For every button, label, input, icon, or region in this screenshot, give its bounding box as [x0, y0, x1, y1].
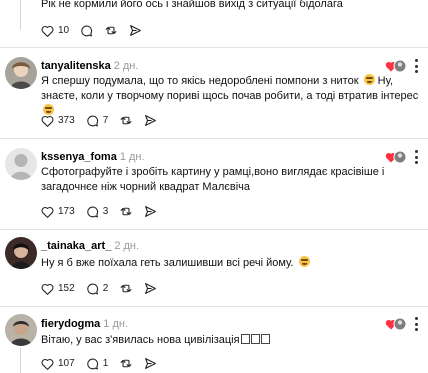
comment-icon — [86, 283, 98, 295]
comment-actions: 173 3 — [41, 205, 168, 218]
reply-button[interactable] — [80, 24, 93, 37]
heart-by-author-icon[interactable] — [385, 150, 407, 164]
comment-text: Ну я б вже поїхала геть залишивши всі ре… — [41, 256, 420, 271]
like-button[interactable]: 173 — [41, 206, 75, 218]
comment-time: 1 дн. — [119, 151, 145, 163]
send-icon — [145, 206, 157, 217]
missing-glyph-icon — [260, 334, 270, 344]
reply-count: 7 — [102, 115, 109, 126]
reply-count: 1 — [102, 358, 109, 369]
comment-actions: 373 7 — [41, 114, 168, 127]
comment-time: 2 дн. — [114, 240, 140, 252]
divider — [0, 229, 428, 230]
avatar[interactable] — [5, 314, 37, 346]
reply-button[interactable]: 1 — [86, 357, 109, 370]
like-count: 373 — [58, 115, 75, 126]
divider — [0, 306, 428, 307]
send-icon — [145, 358, 157, 369]
comment-actions: 107 1 — [41, 357, 168, 370]
heart-icon — [41, 206, 54, 218]
like-count: 152 — [58, 283, 75, 294]
like-button[interactable]: 10 — [41, 25, 69, 37]
like-count: 173 — [58, 206, 75, 217]
repost-icon — [120, 207, 132, 216]
repost-icon — [120, 359, 132, 368]
divider — [0, 47, 428, 48]
heart-icon — [41, 358, 54, 370]
comment-icon — [86, 115, 98, 127]
missing-glyph-icon — [250, 334, 260, 344]
emoji-icon — [298, 256, 310, 267]
avatar[interactable] — [5, 57, 37, 89]
share-button[interactable] — [144, 114, 157, 127]
send-icon — [130, 25, 142, 36]
more-options-button[interactable] — [410, 317, 422, 331]
more-options-button[interactable] — [410, 150, 422, 164]
thread-line — [20, 348, 21, 373]
comment-username[interactable]: kssenya_foma 1 дн. — [41, 151, 145, 163]
divider — [0, 138, 428, 139]
more-options-button[interactable] — [410, 59, 422, 73]
heart-by-author-icon[interactable] — [385, 59, 407, 73]
thread-line — [20, 0, 21, 30]
reply-count: 3 — [102, 206, 109, 217]
reply-button[interactable]: 7 — [86, 114, 109, 127]
comment-actions: 152 2 — [41, 282, 168, 295]
comment-username[interactable]: _tainaka_art_ 2 дн. — [41, 240, 139, 252]
like-count: 10 — [58, 25, 70, 36]
reply-count: 2 — [102, 283, 109, 294]
repost-button[interactable] — [119, 114, 133, 127]
share-button[interactable] — [144, 282, 157, 295]
avatar[interactable] — [5, 148, 37, 180]
heart-icon — [41, 25, 54, 37]
comment-icon — [81, 25, 93, 37]
reply-button[interactable]: 3 — [86, 205, 109, 218]
comment-icon — [86, 358, 98, 370]
emoji-icon — [363, 74, 375, 85]
share-button[interactable] — [129, 24, 142, 37]
repost-icon — [105, 26, 117, 35]
comment-time: 2 дн. — [113, 60, 139, 72]
repost-icon — [120, 116, 132, 125]
heart-icon — [41, 283, 54, 295]
missing-glyph-icon — [240, 334, 250, 344]
share-button[interactable] — [144, 205, 157, 218]
comment-text: Вітаю, у вас з'явилась нова цивілізація — [41, 333, 420, 348]
repost-button[interactable] — [104, 24, 118, 37]
like-button[interactable]: 107 — [41, 358, 75, 370]
comment-time: 1 дн. — [103, 318, 129, 330]
repost-button[interactable] — [119, 282, 133, 295]
send-icon — [145, 115, 157, 126]
comment-text: Рік не кормили його ось і знайшов вихід … — [41, 0, 343, 10]
reply-button[interactable]: 2 — [86, 282, 109, 295]
comment-text: Я спершу подумала, що то якісь недоробле… — [41, 74, 420, 119]
avatar[interactable] — [5, 237, 37, 269]
repost-button[interactable] — [119, 357, 133, 370]
heart-icon — [41, 115, 54, 127]
repost-icon — [120, 284, 132, 293]
share-button[interactable] — [144, 357, 157, 370]
comment-actions: 10 — [41, 24, 153, 37]
comment-username[interactable]: fierydogma 1 дн. — [41, 318, 128, 330]
like-button[interactable]: 373 — [41, 115, 75, 127]
comment-icon — [86, 206, 98, 218]
like-count: 107 — [58, 358, 75, 369]
comment-username[interactable]: tanyalitenska 2 дн. — [41, 60, 138, 72]
repost-button[interactable] — [119, 205, 133, 218]
comment-text: Сфотографуйте і зробіть картину у рамці,… — [41, 166, 385, 193]
send-icon — [145, 283, 157, 294]
like-button[interactable]: 152 — [41, 283, 75, 295]
heart-by-author-icon[interactable] — [385, 317, 407, 331]
